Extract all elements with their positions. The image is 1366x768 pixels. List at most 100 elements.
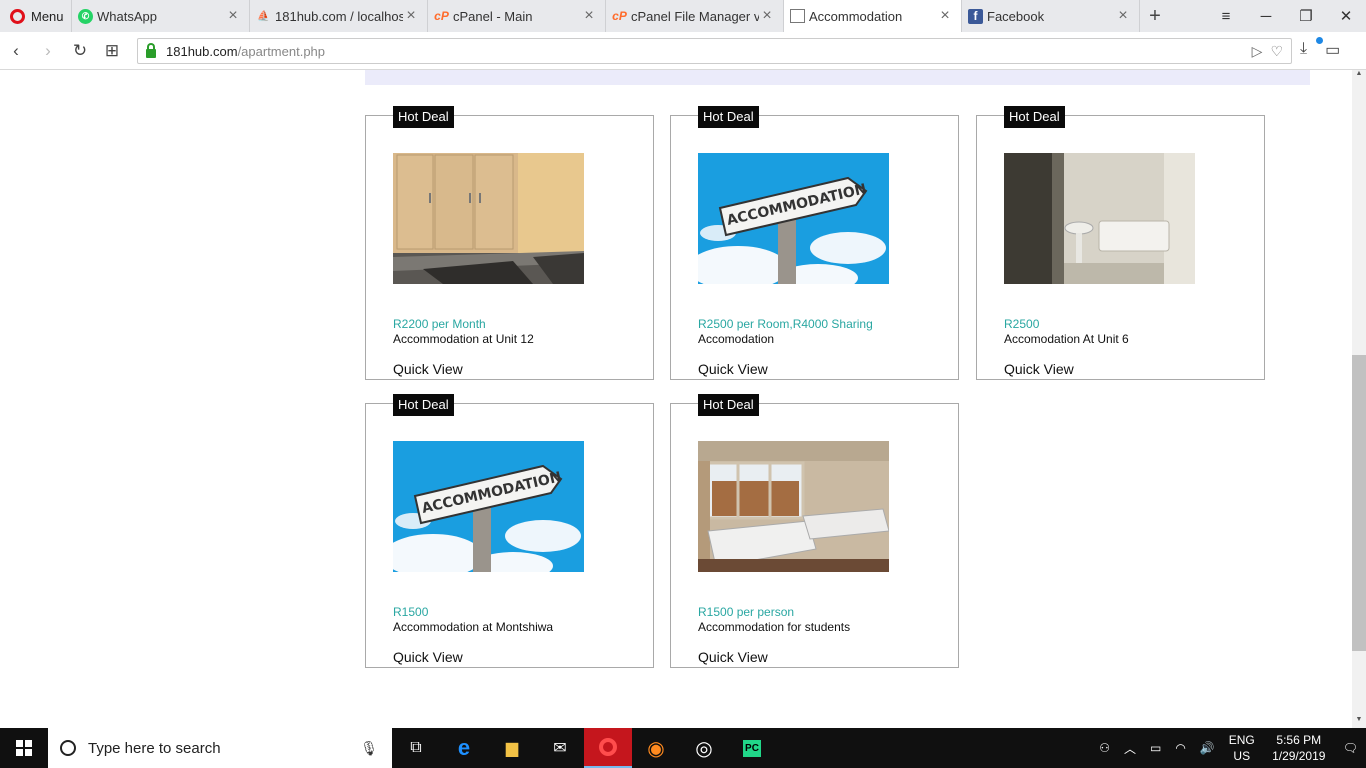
clock[interactable]: 5:56 PM 1/29/2019: [1269, 732, 1329, 764]
listing-price: R2200 per Month: [393, 317, 486, 331]
close-icon[interactable]: ×: [937, 7, 953, 25]
listing-image-accommodation-sign[interactable]: ACCOMMODATION: [393, 441, 584, 572]
tab-title: Accommodation: [809, 8, 903, 24]
close-icon[interactable]: ×: [403, 7, 419, 25]
pycharm-icon[interactable]: PC: [728, 728, 776, 768]
close-window-icon[interactable]: ✕: [1326, 7, 1366, 25]
close-icon[interactable]: ×: [759, 7, 775, 25]
listing-price: R2500: [1004, 317, 1040, 331]
minimize-icon[interactable]: ─: [1246, 8, 1286, 25]
back-icon[interactable]: ‹: [0, 41, 32, 61]
battery-icon[interactable]: ▭: [1325, 40, 1340, 60]
quick-view-link[interactable]: Quick View: [393, 649, 463, 665]
close-icon[interactable]: ×: [225, 7, 241, 25]
start-button[interactable]: [0, 728, 48, 768]
document-icon: [790, 9, 805, 23]
battery-tray-icon[interactable]: ▭: [1150, 741, 1161, 755]
listing-card: Hot Deal ACCOMMODATION R1500 Accommodati…: [365, 394, 654, 668]
scrollbar-thumb[interactable]: [1352, 355, 1366, 651]
send-icon[interactable]: ▷: [1252, 43, 1263, 60]
lock-icon: [146, 42, 156, 58]
tab-phpmyadmin[interactable]: ⛵ 181hub.com / localhost ×: [250, 0, 428, 32]
close-icon[interactable]: ×: [581, 7, 597, 25]
close-icon[interactable]: ×: [1115, 7, 1131, 25]
cpanel-icon: cP: [434, 9, 449, 23]
tab-cpanel-file-manager[interactable]: cP cPanel File Manager v3 ×: [606, 0, 784, 32]
url-field[interactable]: 181hub.com /apartment.php ▷ ♡: [137, 38, 1292, 64]
toolbar-right: ⤓ ▭: [1300, 37, 1340, 60]
tab-cpanel-main[interactable]: cP cPanel - Main ×: [428, 0, 606, 32]
tab-menu-icon[interactable]: ≡: [1206, 8, 1246, 25]
opera-menu-button[interactable]: Menu: [0, 0, 72, 32]
listing-image-accommodation-sign[interactable]: ACCOMMODATION: [698, 153, 889, 284]
listing-name: Accommodation at Unit 12: [393, 332, 534, 346]
window-controls: ≡ ─ ❐ ✕: [1206, 0, 1366, 32]
listing-price: R1500 per person: [698, 605, 795, 619]
opera-icon[interactable]: [584, 728, 632, 768]
listing-card: Hot Deal ACCOMMODATION R2500 per Room,R4…: [670, 106, 959, 380]
facebook-icon: f: [968, 8, 983, 24]
forward-icon[interactable]: ›: [32, 41, 64, 61]
whatsapp-icon: ✆: [78, 8, 93, 24]
scroll-down-icon[interactable]: ▼: [1352, 716, 1366, 728]
task-view-icon[interactable]: ⧉: [392, 728, 440, 768]
notification-dot: [1316, 37, 1323, 44]
search-placeholder: Type here to search: [88, 739, 221, 757]
listing-card: Hot Deal R2500 Accomodation At Unit 6 Qu…: [976, 106, 1265, 380]
header-band: [365, 70, 1310, 85]
opera-logo-icon: [10, 8, 25, 24]
edge-icon[interactable]: e: [440, 728, 488, 768]
hot-deal-badge: Hot Deal: [1004, 106, 1065, 128]
tab-title: 181hub.com / localhost: [275, 8, 403, 24]
tab-title: cPanel File Manager v3: [631, 8, 759, 24]
listing-image-bedroom-wardrobe[interactable]: [393, 153, 584, 284]
hot-deal-badge: Hot Deal: [698, 106, 759, 128]
url-path: /apartment.php: [237, 43, 326, 59]
quick-view-link[interactable]: Quick View: [698, 649, 768, 665]
lang-top: ENG: [1228, 733, 1255, 747]
browser-tab-strip: Menu ✆ WhatsApp × ⛵ 181hub.com / localho…: [0, 0, 1366, 32]
tab-accommodation[interactable]: Accommodation ×: [784, 0, 962, 32]
microphone-icon[interactable]: 🎙: [360, 740, 378, 757]
listing-image-bedroom-beds[interactable]: [698, 441, 889, 572]
menu-label: Menu: [31, 8, 64, 24]
url-host: 181hub.com: [166, 43, 238, 59]
scroll-up-icon[interactable]: ▲: [1352, 70, 1366, 82]
download-icon[interactable]: ⤓: [1300, 37, 1323, 60]
clock-date: 1/29/2019: [1272, 749, 1326, 763]
volume-icon[interactable]: 🔊: [1200, 741, 1215, 755]
mail-icon[interactable]: ✉: [536, 728, 584, 768]
wifi-icon[interactable]: ◠: [1175, 741, 1185, 755]
quick-view-link[interactable]: Quick View: [393, 361, 463, 377]
language-indicator[interactable]: ENG US: [1229, 732, 1255, 764]
heart-icon[interactable]: ♡: [1270, 43, 1283, 60]
tab-whatsapp[interactable]: ✆ WhatsApp ×: [72, 0, 250, 32]
cortana-icon: [60, 740, 76, 756]
quick-view-link[interactable]: Quick View: [1004, 361, 1074, 377]
page-viewport: Hot Deal R2200 per Month Accommodation a…: [0, 70, 1352, 728]
tab-facebook[interactable]: f Facebook ×: [962, 0, 1140, 32]
restore-icon[interactable]: ❐: [1286, 7, 1326, 25]
new-tab-button[interactable]: +: [1140, 0, 1170, 32]
listing-card: Hot Deal R2200 per Month Accommodation a…: [365, 106, 654, 380]
file-explorer-icon[interactable]: ▆: [488, 728, 536, 768]
firefox-icon[interactable]: ◉: [632, 728, 680, 768]
quick-view-link[interactable]: Quick View: [698, 361, 768, 377]
speed-dial-icon[interactable]: ⊞: [96, 41, 128, 61]
listing-price: R1500: [393, 605, 429, 619]
media-player-icon[interactable]: ◎: [680, 728, 728, 768]
chevron-up-icon[interactable]: ︿: [1124, 740, 1136, 757]
reload-icon[interactable]: ↻: [64, 41, 96, 61]
people-icon[interactable]: ⚇: [1099, 741, 1110, 755]
listing-image-bathroom[interactable]: [1004, 153, 1195, 284]
clock-time: 5:56 PM: [1276, 733, 1322, 747]
lang-bottom: US: [1233, 749, 1251, 763]
listing-card: Hot Deal R1500 per person Accommodation …: [670, 394, 959, 668]
listing-name: Accomodation: [698, 332, 775, 346]
system-tray: ⚇ ︿ ▭ ◠ 🔊 ENG US 5:56 PM 1/29/2019 🗨: [1099, 732, 1366, 764]
windows-taskbar: Type here to search 🎙 ⧉ e ▆ ✉ ◉ ◎ PC ⚇ ︿…: [0, 728, 1366, 768]
notifications-icon[interactable]: 🗨: [1343, 741, 1358, 755]
taskbar-search[interactable]: Type here to search 🎙: [48, 728, 392, 768]
tab-title: cPanel - Main: [453, 8, 533, 24]
listing-name: Accommodation at Montshiwa: [393, 620, 554, 634]
